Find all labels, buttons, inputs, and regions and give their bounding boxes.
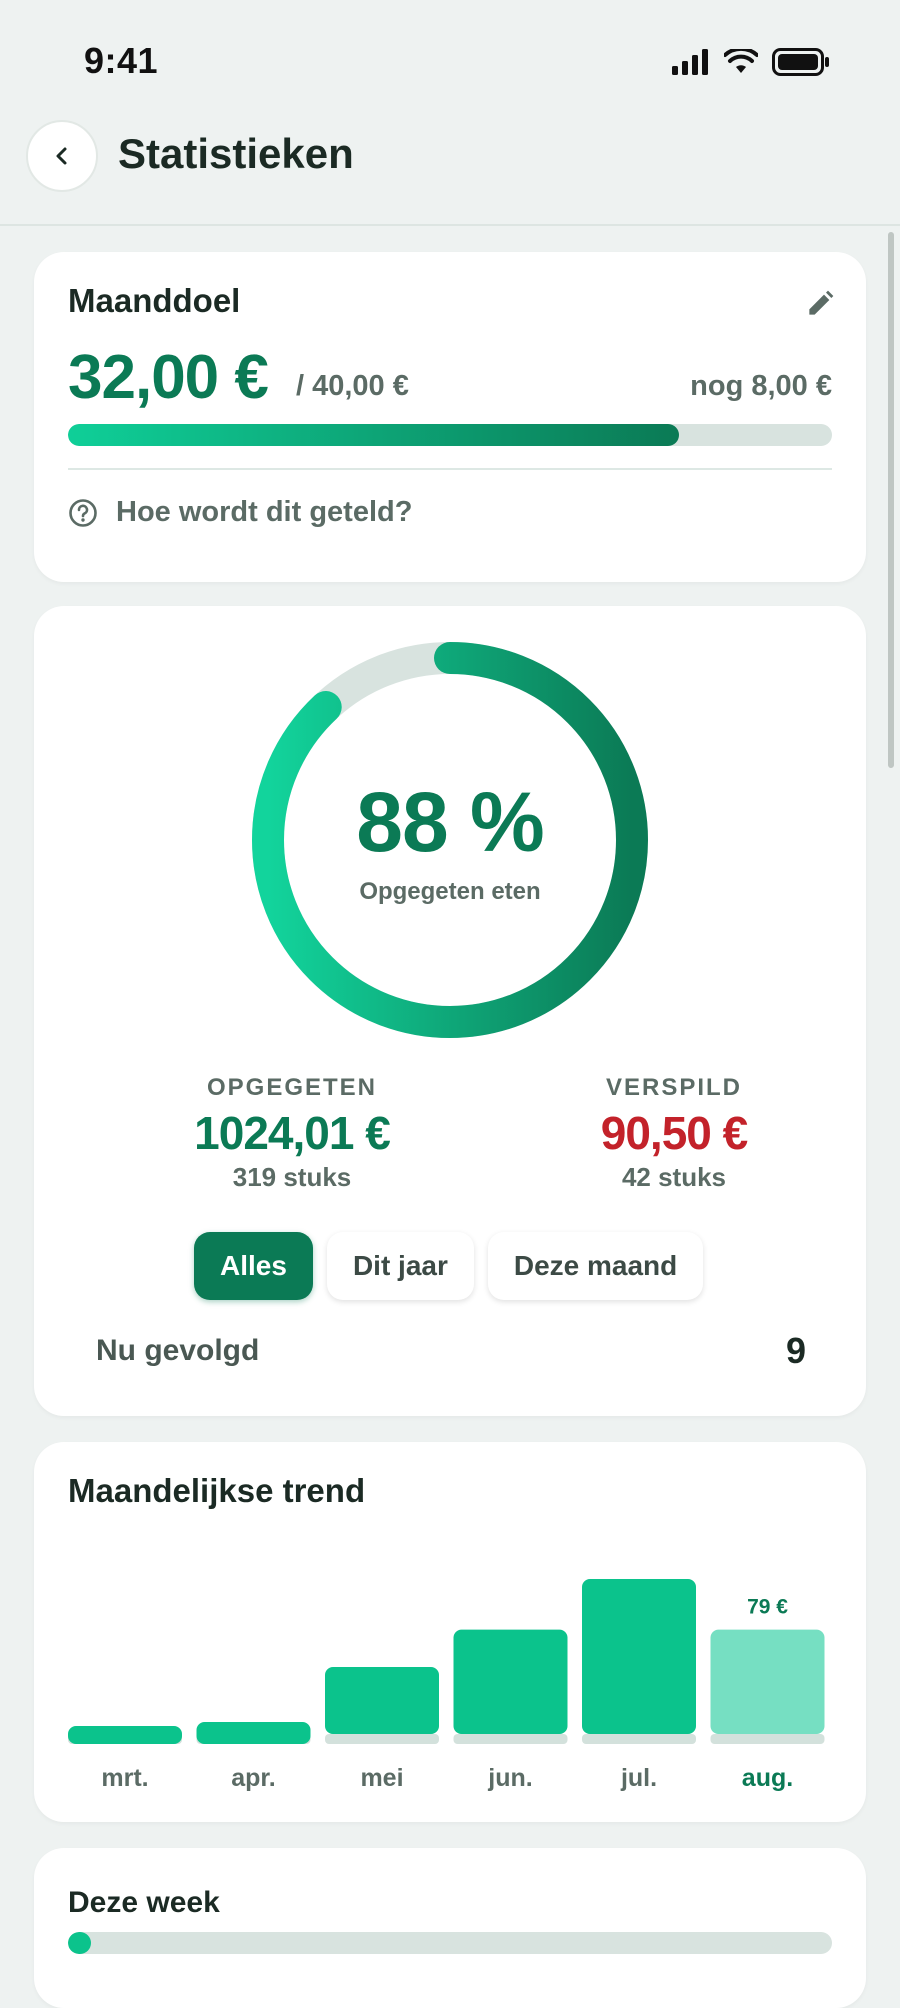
trend-bar-1[interactable] (196, 1722, 311, 1744)
trend-bar-3[interactable] (453, 1629, 568, 1734)
summary-card: 88 % Opgegeten eten OPGEGETEN 1024,01 € … (34, 606, 866, 1416)
goal-remaining: nog 8,00 € (690, 370, 832, 402)
eaten-count: 319 stuks (232, 1162, 352, 1192)
wasted-count: 42 stuks (621, 1162, 727, 1192)
this-week-card: Deze week (34, 1848, 866, 2008)
tracked-count: 9 (785, 1330, 806, 1371)
eaten-percentage-label: Opgegeten eten (359, 878, 541, 905)
monthly-trend-chart: mrt. apr. mei jun. jul. aug. 79 € (68, 1579, 825, 1792)
goal-title: Maanddoel (68, 282, 241, 319)
goal-amount: 32,00 € (68, 343, 269, 412)
filter-chip-this-year[interactable]: Dit jaar (326, 1232, 474, 1300)
trend-bar-4[interactable] (582, 1579, 696, 1734)
battery-icon (772, 48, 829, 76)
wasted-label: VERSPILD (605, 1074, 743, 1101)
week-progress-bar (68, 1932, 832, 1954)
trend-month-label: jul. (620, 1764, 657, 1792)
help-label: Hoe wordt dit geteld? (116, 496, 413, 528)
trend-bar-base (582, 1734, 696, 1744)
trend-bar-0[interactable] (68, 1726, 182, 1744)
filter-chip-all[interactable]: Alles (194, 1232, 313, 1300)
trend-bar-base (325, 1734, 439, 1744)
eaten-value: 1024,01 € (194, 1107, 391, 1159)
trend-bar-base (453, 1734, 568, 1744)
tracked-row: Nu gevolgd 9 (96, 1330, 806, 1372)
wasted-stat: VERSPILD 90,50 € 42 stuks (524, 1074, 824, 1193)
scrollbar[interactable] (888, 232, 894, 768)
status-time: 9:41 (84, 40, 159, 81)
filter-chip-this-month[interactable]: Deze maand (487, 1232, 704, 1300)
monthly-trend-card: Maandelijkse trend mrt. apr. mei jun. jul. au… (34, 1442, 866, 1822)
status-bar: 9:41 (0, 0, 900, 120)
trend-month-label: apr. (231, 1764, 275, 1792)
help-link[interactable]: Hoe wordt dit geteld? (68, 496, 412, 529)
eaten-percentage: 88 % (356, 775, 544, 869)
trend-bar-5[interactable] (710, 1629, 825, 1734)
signal-icon (672, 49, 708, 75)
trend-month-label: aug. (742, 1764, 793, 1792)
header: Statistieken (0, 112, 900, 226)
goal-progress-fill (68, 424, 680, 446)
wasted-value: 90,50 € (600, 1107, 748, 1159)
pencil-icon[interactable] (804, 288, 836, 320)
back-button[interactable] (26, 120, 98, 192)
question-circle-icon (69, 498, 97, 527)
goal-progress-bar (68, 424, 832, 446)
chevron-left-icon (56, 147, 67, 165)
week-title: Deze week (68, 1886, 220, 1919)
goal-target: / 40,00 € (296, 370, 409, 402)
monthly-goal-card: Maanddoel 32,00 € / 40,00 € nog 8,00 € H… (34, 252, 866, 582)
eaten-label: OPGEGETEN (206, 1074, 378, 1101)
trend-bar-2[interactable] (325, 1667, 439, 1734)
trend-month-label: jun. (487, 1764, 532, 1792)
trend-month-label: mei (360, 1764, 403, 1792)
divider (68, 468, 832, 470)
week-progress-fill (68, 1932, 91, 1954)
wifi-icon (724, 49, 758, 73)
trend-month-label: mrt. (101, 1764, 148, 1792)
period-filter: Alles Dit jaar Deze maand (194, 1232, 704, 1300)
trend-bar-base (710, 1734, 825, 1744)
tracked-label: Nu gevolgd (96, 1334, 260, 1367)
eaten-stat: OPGEGETEN 1024,01 € 319 stuks (142, 1074, 442, 1193)
status-icons (672, 48, 830, 76)
page-title: Statistieken (118, 130, 354, 177)
trend-value-label: 79 € (747, 1596, 788, 1619)
